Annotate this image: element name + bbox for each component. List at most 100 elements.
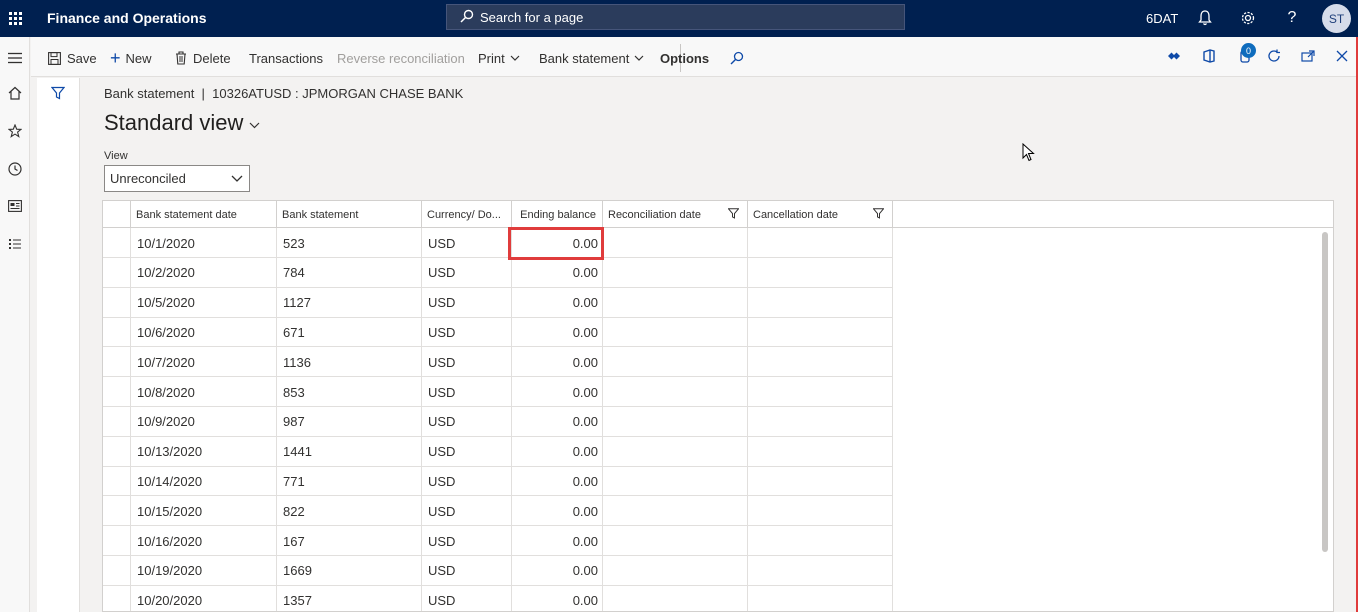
office-icon[interactable] bbox=[1200, 47, 1218, 65]
table-row[interactable]: 10/13/2020 1441 USD 0.00 bbox=[103, 436, 893, 467]
bell-icon[interactable] bbox=[1196, 9, 1214, 27]
cell-cancellation-date[interactable] bbox=[748, 526, 893, 556]
cell-reconciliation-date[interactable] bbox=[603, 347, 748, 378]
delete-button[interactable]: Delete bbox=[175, 49, 231, 67]
cell-reconciliation-date[interactable] bbox=[603, 257, 748, 288]
cell-currency[interactable]: USD bbox=[422, 347, 512, 378]
cell-currency[interactable]: USD bbox=[422, 496, 512, 527]
cell-cancellation-date[interactable] bbox=[748, 406, 893, 437]
cell-reconciliation-date[interactable] bbox=[603, 406, 748, 437]
cell-bank-statement[interactable]: 1127 bbox=[277, 287, 422, 318]
table-row[interactable]: 10/16/2020 167 USD 0.00 bbox=[103, 526, 893, 556]
cell-bank-statement-date[interactable]: 10/5/2020 bbox=[131, 287, 277, 318]
row-selector[interactable] bbox=[103, 228, 131, 258]
cell-bank-statement[interactable]: 853 bbox=[277, 377, 422, 407]
cell-ending-balance[interactable]: 0.00 bbox=[512, 466, 603, 497]
transactions-button[interactable]: Transactions bbox=[249, 49, 323, 67]
home-icon[interactable] bbox=[6, 84, 24, 102]
cell-currency[interactable]: USD bbox=[422, 287, 512, 318]
hamburger-menu-icon[interactable] bbox=[6, 49, 24, 67]
column-filter-icon[interactable] bbox=[872, 208, 885, 222]
table-row[interactable]: 10/5/2020 1127 USD 0.00 bbox=[103, 287, 893, 318]
cell-ending-balance[interactable]: 0.00 bbox=[512, 585, 603, 611]
filter-icon[interactable] bbox=[50, 86, 66, 103]
recent-clock-icon[interactable] bbox=[6, 160, 24, 178]
cell-bank-statement-date[interactable]: 10/14/2020 bbox=[131, 466, 277, 497]
row-selector[interactable] bbox=[103, 526, 131, 556]
row-selector[interactable] bbox=[103, 257, 131, 288]
cell-reconciliation-date[interactable] bbox=[603, 317, 748, 348]
cell-reconciliation-date[interactable] bbox=[603, 466, 748, 497]
search-input[interactable]: Search for a page bbox=[446, 4, 905, 30]
cell-cancellation-date[interactable] bbox=[748, 436, 893, 467]
column-filter-icon[interactable] bbox=[727, 208, 740, 222]
print-menu[interactable]: Print bbox=[478, 49, 520, 67]
workspaces-icon[interactable] bbox=[6, 197, 24, 215]
cell-cancellation-date[interactable] bbox=[748, 317, 893, 348]
table-row[interactable]: 10/19/2020 1669 USD 0.00 bbox=[103, 555, 893, 586]
cell-bank-statement-date[interactable]: 10/9/2020 bbox=[131, 406, 277, 437]
cell-currency[interactable]: USD bbox=[422, 555, 512, 586]
table-row[interactable]: 10/6/2020 671 USD 0.00 bbox=[103, 317, 893, 348]
table-row[interactable]: 10/15/2020 822 USD 0.00 bbox=[103, 496, 893, 527]
table-row[interactable]: 10/20/2020 1357 USD 0.00 bbox=[103, 585, 893, 611]
cell-cancellation-date[interactable] bbox=[748, 257, 893, 288]
cell-ending-balance[interactable]: 0.00 bbox=[512, 377, 603, 407]
row-selector[interactable] bbox=[103, 377, 131, 407]
cell-bank-statement[interactable]: 167 bbox=[277, 526, 422, 556]
row-selector[interactable] bbox=[103, 496, 131, 527]
cell-reconciliation-date[interactable] bbox=[603, 585, 748, 611]
cell-bank-statement-date[interactable]: 10/7/2020 bbox=[131, 347, 277, 378]
cell-bank-statement[interactable]: 1669 bbox=[277, 555, 422, 586]
action-search-icon[interactable] bbox=[730, 49, 744, 67]
row-selector[interactable] bbox=[103, 317, 131, 348]
avatar[interactable]: ST bbox=[1322, 4, 1351, 33]
select-all-checkbox[interactable] bbox=[103, 201, 131, 228]
cell-currency[interactable]: USD bbox=[422, 406, 512, 437]
cell-ending-balance[interactable]: 0.00 bbox=[512, 257, 603, 288]
cell-bank-statement[interactable]: 1136 bbox=[277, 347, 422, 378]
power-apps-icon[interactable] bbox=[1165, 47, 1183, 65]
cell-reconciliation-date[interactable] bbox=[603, 287, 748, 318]
cell-ending-balance[interactable]: 0.00 bbox=[512, 347, 603, 378]
row-selector[interactable] bbox=[103, 555, 131, 586]
cell-bank-statement[interactable]: 1357 bbox=[277, 585, 422, 611]
cell-cancellation-date[interactable] bbox=[748, 228, 893, 258]
cell-bank-statement-date[interactable]: 10/16/2020 bbox=[131, 526, 277, 556]
new-button[interactable]: + New bbox=[110, 48, 152, 68]
cell-bank-statement[interactable]: 784 bbox=[277, 257, 422, 288]
column-header-bank-statement-date[interactable]: Bank statement date bbox=[131, 201, 277, 228]
cell-bank-statement-date[interactable]: 10/1/2020 bbox=[131, 228, 277, 258]
cell-currency[interactable]: USD bbox=[422, 436, 512, 467]
row-selector[interactable] bbox=[103, 585, 131, 611]
view-dropdown[interactable]: Unreconciled bbox=[104, 165, 250, 192]
cell-bank-statement[interactable]: 822 bbox=[277, 496, 422, 527]
company-picker[interactable]: 6DAT bbox=[1146, 11, 1178, 26]
cell-cancellation-date[interactable] bbox=[748, 555, 893, 586]
cell-bank-statement[interactable]: 671 bbox=[277, 317, 422, 348]
cell-ending-balance[interactable]: 0.00 bbox=[512, 406, 603, 437]
column-header-currency[interactable]: Currency/ Do... bbox=[422, 201, 512, 228]
row-selector[interactable] bbox=[103, 406, 131, 437]
cell-currency[interactable]: USD bbox=[422, 257, 512, 288]
cell-bank-statement-date[interactable]: 10/2/2020 bbox=[131, 257, 277, 288]
table-row[interactable]: 10/8/2020 853 USD 0.00 bbox=[103, 377, 893, 407]
cell-currency[interactable]: USD bbox=[422, 377, 512, 407]
help-icon[interactable]: ? bbox=[1283, 9, 1301, 27]
cell-bank-statement[interactable]: 523 bbox=[277, 228, 422, 258]
refresh-icon[interactable] bbox=[1265, 47, 1283, 65]
column-header-cancellation-date[interactable]: Cancellation date bbox=[748, 201, 893, 228]
cell-reconciliation-date[interactable] bbox=[603, 377, 748, 407]
cell-bank-statement-date[interactable]: 10/19/2020 bbox=[131, 555, 277, 586]
cell-bank-statement-date[interactable]: 10/13/2020 bbox=[131, 436, 277, 467]
row-selector[interactable] bbox=[103, 466, 131, 497]
options-tab[interactable]: Options bbox=[660, 49, 709, 67]
cell-cancellation-date[interactable] bbox=[748, 496, 893, 527]
app-launcher-button[interactable] bbox=[0, 0, 30, 37]
cell-bank-statement-date[interactable]: 10/15/2020 bbox=[131, 496, 277, 527]
page-title[interactable]: Standard view bbox=[104, 110, 260, 136]
table-row[interactable]: 10/14/2020 771 USD 0.00 bbox=[103, 466, 893, 497]
cell-cancellation-date[interactable] bbox=[748, 377, 893, 407]
cell-ending-balance[interactable]: 0.00 bbox=[512, 287, 603, 318]
app-title[interactable]: Finance and Operations bbox=[47, 10, 206, 26]
